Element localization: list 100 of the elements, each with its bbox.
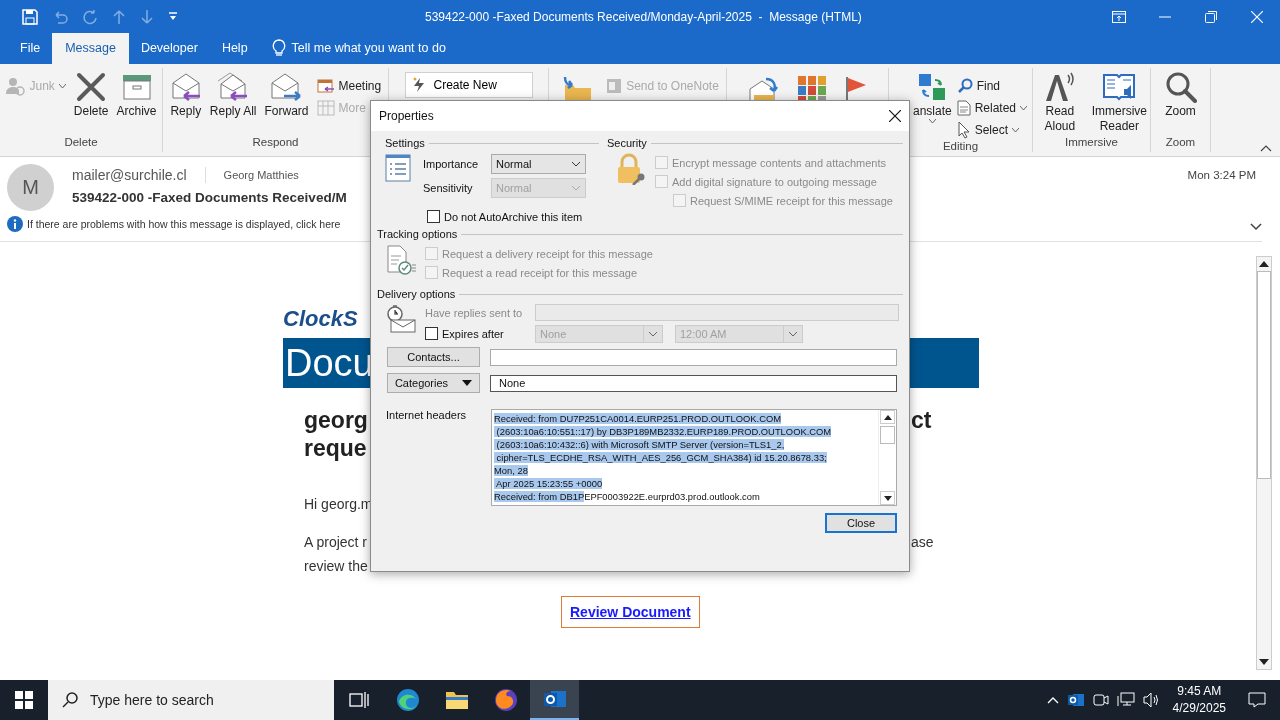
mail-app-icon[interactable] <box>530 680 579 720</box>
notebook-icon <box>606 78 623 94</box>
ribbon-button[interactable]: anslate <box>912 70 952 123</box>
zoom-icon <box>1164 70 1197 104</box>
read-aloud-icon <box>1043 70 1076 104</box>
lightning-icon <box>411 77 426 93</box>
section-title: Delivery options <box>377 288 456 300</box>
body-text: review the <box>304 557 368 576</box>
ribbon-button[interactable]: Forward <box>261 70 312 119</box>
cursor-icon <box>956 121 971 139</box>
lock-key-icon <box>615 153 647 185</box>
mail-app-icon[interactable] <box>1066 692 1085 708</box>
dropdown[interactable]: Normal <box>491 154 586 174</box>
stopwatch-envelope-icon <box>385 304 417 336</box>
menu-tab[interactable]: Developer <box>128 33 210 64</box>
reply-all-icon <box>217 70 250 104</box>
body-text: ase <box>911 533 935 552</box>
field-label: Importance <box>423 158 480 170</box>
expand-chevron-icon[interactable] <box>1250 223 1262 231</box>
email-heading: georg <box>304 406 368 434</box>
grid-icon <box>316 100 335 116</box>
recipient-name: Georg Matthies <box>222 169 299 181</box>
group-label: Zoom <box>1164 136 1197 150</box>
body-text: A project r <box>304 533 368 552</box>
caret-icon <box>462 380 473 386</box>
ribbon-button[interactable]: Read Aloud <box>1033 70 1087 134</box>
ribbon-button[interactable]: Archive <box>113 70 160 119</box>
caret-icon <box>1020 106 1028 110</box>
ribbon-button[interactable]: Reply <box>166 70 205 119</box>
notification-icon[interactable] <box>1248 692 1266 708</box>
ribbon-button[interactable]: Zoom <box>1161 70 1200 119</box>
list-icon <box>385 154 411 182</box>
group-label: Immersive <box>1064 136 1119 150</box>
checkbox[interactable]: Expires after <box>425 324 535 343</box>
group-label: Delete <box>63 136 99 150</box>
search-icon <box>956 78 973 94</box>
categories-field[interactable]: None <box>490 374 897 392</box>
field-label: Internet headers <box>386 409 468 423</box>
window-title: 539422-000 -Faxed Documents Received/Monday-April-2025 - Message (HTML) <box>425 10 862 24</box>
ribbon-button[interactable]: Delete <box>70 70 112 119</box>
scroll-down-icon[interactable] <box>880 491 895 505</box>
taskbar-search-field[interactable]: Type here to search <box>48 680 334 720</box>
checklist-icon <box>385 244 417 276</box>
review-document-button[interactable]: Review Document <box>561 596 700 628</box>
ribbon-button[interactable]: Reply All <box>206 70 260 119</box>
camera-icon[interactable] <box>1092 692 1109 708</box>
tell-me-field[interactable]: Tell me what you want to do <box>291 33 446 64</box>
document-icon <box>956 100 971 116</box>
checkbox[interactable]: Do not AutoArchive this item <box>427 207 599 226</box>
field-label: Sensitivity <box>423 182 474 194</box>
chevron-down-icon <box>571 185 581 191</box>
clock-date[interactable]: 4/29/2025 <box>1172 700 1226 717</box>
contacts-field[interactable] <box>490 348 897 366</box>
menu-tab[interactable]: File <box>8 33 53 64</box>
ribbon-button[interactable]: Related <box>953 98 1031 118</box>
scrollbar[interactable] <box>1256 256 1272 670</box>
lightbulb-icon <box>271 39 286 57</box>
ribbon-button[interactable]: Find <box>953 76 1031 96</box>
group-label: Editing <box>941 140 980 152</box>
close-button[interactable]: Close <box>825 513 897 533</box>
scroll-up-icon[interactable] <box>1259 261 1269 267</box>
section-title: Security <box>607 137 647 149</box>
received-time: Mon 3:24 PM <box>1187 169 1256 181</box>
section-title: Settings <box>385 137 425 149</box>
delete-x-icon <box>75 70 108 104</box>
ribbon-button[interactable]: Select <box>953 120 1031 140</box>
chevron-down-icon <box>571 161 581 167</box>
caret-icon <box>1012 128 1019 132</box>
chevron-down-icon <box>788 330 798 337</box>
message-subject: 539422-000 -Faxed Documents Received/M <box>72 190 347 205</box>
contacts-button[interactable]: Contacts... <box>387 347 480 367</box>
save-icon[interactable] <box>22 8 38 25</box>
ribbon-button[interactable]: Meeting <box>313 76 385 96</box>
caret-icon <box>58 84 66 88</box>
volume-icon[interactable] <box>1142 692 1161 708</box>
calendar-icon <box>316 78 335 94</box>
scroll-down-icon[interactable] <box>1259 659 1269 665</box>
info-icon <box>7 216 23 232</box>
sender-address: mailer@surchile.cl <box>72 167 206 183</box>
banner-text: Docu <box>285 341 374 386</box>
menu-tab[interactable]: Help <box>209 33 260 64</box>
scroll-thumb[interactable] <box>880 426 895 444</box>
close-icon[interactable] <box>889 110 901 122</box>
company-logo: ClockS <box>283 306 358 332</box>
chevron-up-icon[interactable] <box>1046 696 1059 704</box>
info-bar-text[interactable]: If there are problems with how this message is displayed, click here <box>27 218 341 230</box>
categories-button[interactable]: Categories <box>387 373 480 393</box>
clock-time[interactable]: 9:45 AM <box>1177 683 1222 700</box>
internet-headers-field[interactable]: Received: from DU7P251CA0014.EURP251.PROD.OUTLOOK.COM (2603:10a6:10:551::17) by DB3P189MB2332.EURP189.PROD.OUTLOOK.COM (2603:10a6:10:432::6) with Microsoft SMTP Server (version=TLS1_2, cipher=TLS_ECDHE_RSA_WITH_AES_256_GCM_SHA384) id 15.20.8678.33; Mon, 28 Apr 2025 15:23:55 +0000 Received: from DB1PEPF0003922E.eurprd03.prod.outlook.com <box>491 409 897 506</box>
email-heading: ct <box>911 406 933 434</box>
quick-steps-gallery[interactable]: Create New <box>404 72 533 98</box>
replies-field[interactable] <box>535 304 899 321</box>
menu-tab[interactable]: Message <box>52 33 129 64</box>
ribbon-button[interactable]: Immersive Reader <box>1088 70 1150 134</box>
section-title: Tracking options <box>377 228 458 240</box>
collapse-ribbon-icon[interactable] <box>1260 145 1272 152</box>
network-icon[interactable] <box>1116 692 1135 708</box>
scroll-up-icon[interactable] <box>880 410 895 424</box>
email-heading: reque <box>304 434 367 462</box>
chevron-down-icon <box>648 330 658 337</box>
